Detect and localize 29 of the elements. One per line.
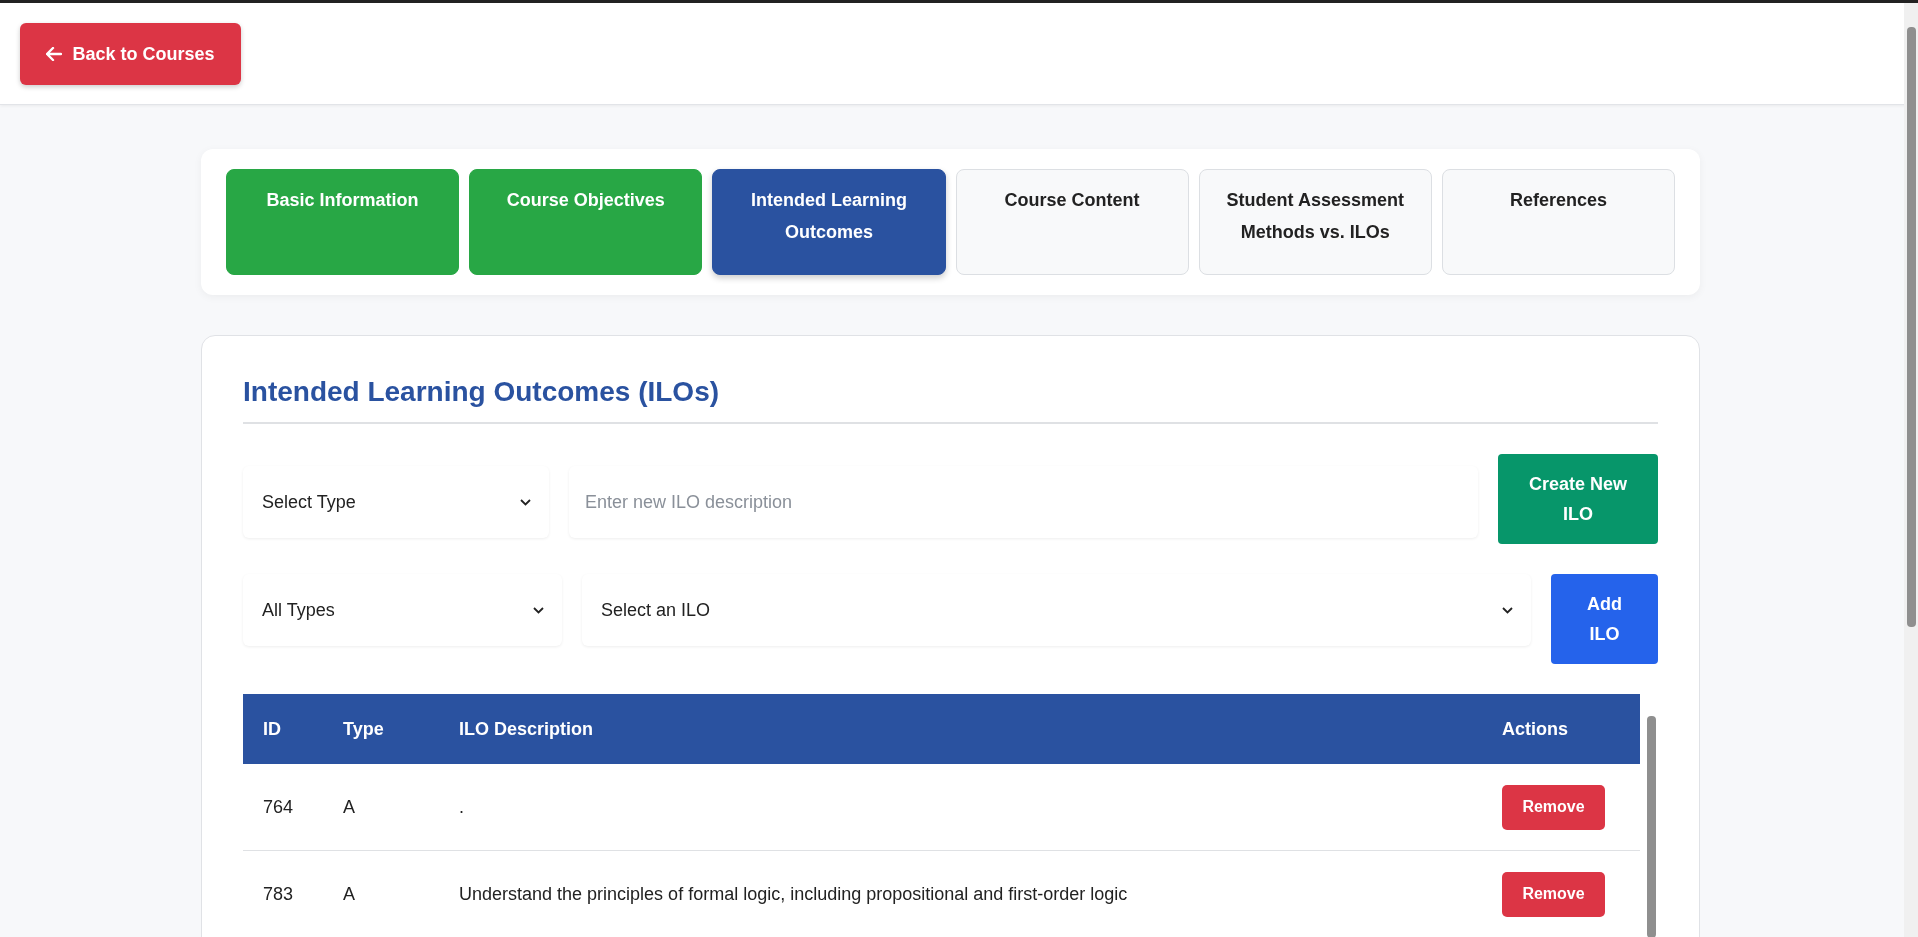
chevron-down-icon: [520, 498, 531, 506]
arrow-left-icon: [46, 47, 63, 61]
back-button[interactable]: Back to Courses: [20, 23, 241, 85]
table-cell: 783: [243, 850, 323, 937]
chevron-down-icon: [1502, 606, 1513, 614]
ilo-select[interactable]: Select an ILO: [582, 574, 1531, 646]
step-tab[interactable]: References: [1441, 169, 1676, 275]
step-tab[interactable]: Intended Learning Outcomes: [712, 169, 946, 275]
table-cell: A: [323, 850, 439, 937]
column-header: ID: [243, 694, 323, 764]
table-cell: A: [323, 764, 439, 851]
table-cell: .: [439, 764, 1482, 851]
table-cell: Understand the principles of formal logic, including propositional and first-order logic: [439, 850, 1482, 937]
column-header: ILO Description: [439, 694, 1482, 764]
page-scrollbar[interactable]: [1904, 3, 1918, 937]
table-cell: 764: [243, 764, 323, 851]
remove-button[interactable]: Remove: [1502, 784, 1605, 830]
ilo-description-field[interactable]: Enter new ILO description: [569, 466, 1478, 538]
add-ilo-button[interactable]: Add ILO: [1551, 574, 1658, 664]
chevron-down-icon: [533, 606, 544, 614]
step-tab[interactable]: Student Assessment Methods vs. ILOs: [1198, 169, 1432, 275]
create-ilo-button[interactable]: Create New ILO: [1498, 454, 1658, 544]
column-header: Actions: [1482, 694, 1640, 764]
section-title: Intended Learning Outcomes (ILOs): [243, 376, 1658, 424]
remove-button[interactable]: Remove: [1502, 871, 1605, 917]
column-header: Type: [323, 694, 439, 764]
step-tab[interactable]: Course Content: [955, 169, 1189, 275]
type-filter-select[interactable]: All Types: [243, 574, 562, 646]
type-select[interactable]: Select Type: [243, 466, 549, 538]
